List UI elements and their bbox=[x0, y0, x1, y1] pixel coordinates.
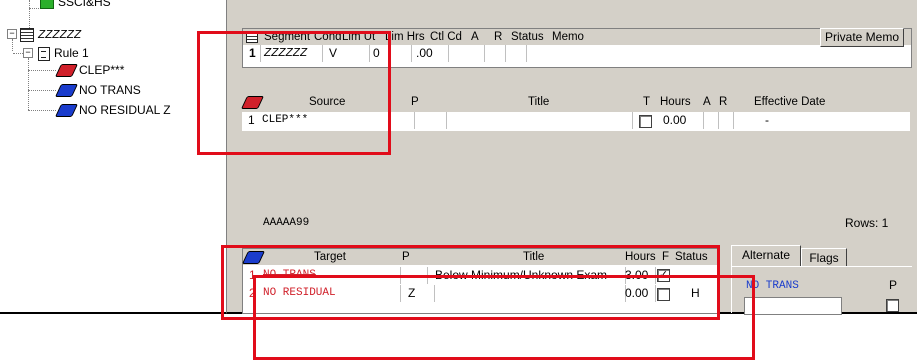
tab-flags[interactable]: Flags bbox=[801, 248, 847, 267]
tree-line bbox=[28, 58, 29, 110]
highlight-box-clep bbox=[197, 31, 391, 155]
tree-item-no-residual[interactable]: NO RESIDUAL Z bbox=[54, 102, 171, 118]
transfer-checkbox[interactable] bbox=[639, 115, 652, 128]
grid-doc-icon bbox=[20, 27, 34, 42]
col-status[interactable]: Status bbox=[511, 29, 544, 45]
tree-line bbox=[28, 90, 56, 91]
col-hours[interactable]: Hours bbox=[660, 94, 691, 110]
effective-date-cell[interactable]: - bbox=[734, 112, 917, 129]
blue-gem-icon bbox=[54, 84, 79, 98]
tree-line bbox=[29, 8, 39, 9]
ctl-cd-cell[interactable] bbox=[449, 45, 485, 62]
a-cell[interactable] bbox=[485, 45, 506, 62]
a-cell[interactable] bbox=[704, 112, 719, 129]
col-memo[interactable]: Memo bbox=[552, 29, 584, 45]
p-checkbox[interactable] bbox=[886, 299, 899, 312]
r-cell[interactable] bbox=[719, 112, 734, 129]
alternate-input[interactable] bbox=[744, 297, 842, 315]
folder-icon bbox=[40, 0, 54, 9]
tree-item-no-trans[interactable]: NO TRANS bbox=[54, 82, 141, 98]
title-cell[interactable] bbox=[447, 112, 633, 129]
tree-line bbox=[13, 53, 23, 54]
blue-gem-icon bbox=[54, 104, 79, 118]
col-effective-date[interactable]: Effective Date bbox=[754, 94, 825, 110]
red-gem-icon bbox=[54, 64, 79, 78]
rows-count: Rows: 1 bbox=[845, 216, 889, 230]
p-cell[interactable] bbox=[416, 112, 447, 129]
col-title[interactable]: Title bbox=[528, 94, 549, 110]
tree-item-clep[interactable]: CLEP*** bbox=[54, 62, 124, 78]
col-a[interactable]: A bbox=[471, 29, 479, 45]
tree-item-rule1[interactable]: Rule 1 bbox=[38, 45, 89, 61]
col-ctl-cd[interactable]: Ctl Cd bbox=[430, 29, 462, 45]
collapse-icon[interactable]: − bbox=[23, 48, 33, 58]
col-r[interactable]: R bbox=[494, 29, 502, 45]
col-t[interactable]: T bbox=[643, 94, 650, 110]
footer-code: AAAAA99 bbox=[263, 217, 310, 229]
hours-cell[interactable]: 0.00 bbox=[658, 112, 704, 129]
highlight-box-no-residual bbox=[253, 275, 755, 360]
col-a[interactable]: A bbox=[703, 94, 711, 110]
tree-panel: SSCI&HS − ZZZZZZ − Rule 1 CLEP*** NO TRA… bbox=[0, 0, 227, 314]
tab-alternate[interactable]: Alternate bbox=[731, 245, 801, 267]
tree-line bbox=[12, 39, 13, 51]
col-p[interactable]: P bbox=[411, 94, 419, 110]
document-icon bbox=[38, 46, 50, 61]
p-label: P bbox=[889, 278, 898, 292]
r-cell[interactable] bbox=[506, 45, 527, 62]
tree-line bbox=[28, 70, 56, 71]
alternate-tab-panel: NO TRANS P bbox=[731, 266, 912, 315]
tree-line bbox=[28, 110, 56, 111]
col-r[interactable]: R bbox=[719, 94, 727, 110]
lim-hrs-cell[interactable]: .00 bbox=[412, 45, 449, 62]
collapse-icon[interactable]: − bbox=[7, 29, 17, 39]
tree-item-zzzzzz[interactable]: ZZZZZZ bbox=[20, 26, 81, 42]
tree-item-ssci[interactable]: SSCI&HS bbox=[40, 0, 111, 10]
